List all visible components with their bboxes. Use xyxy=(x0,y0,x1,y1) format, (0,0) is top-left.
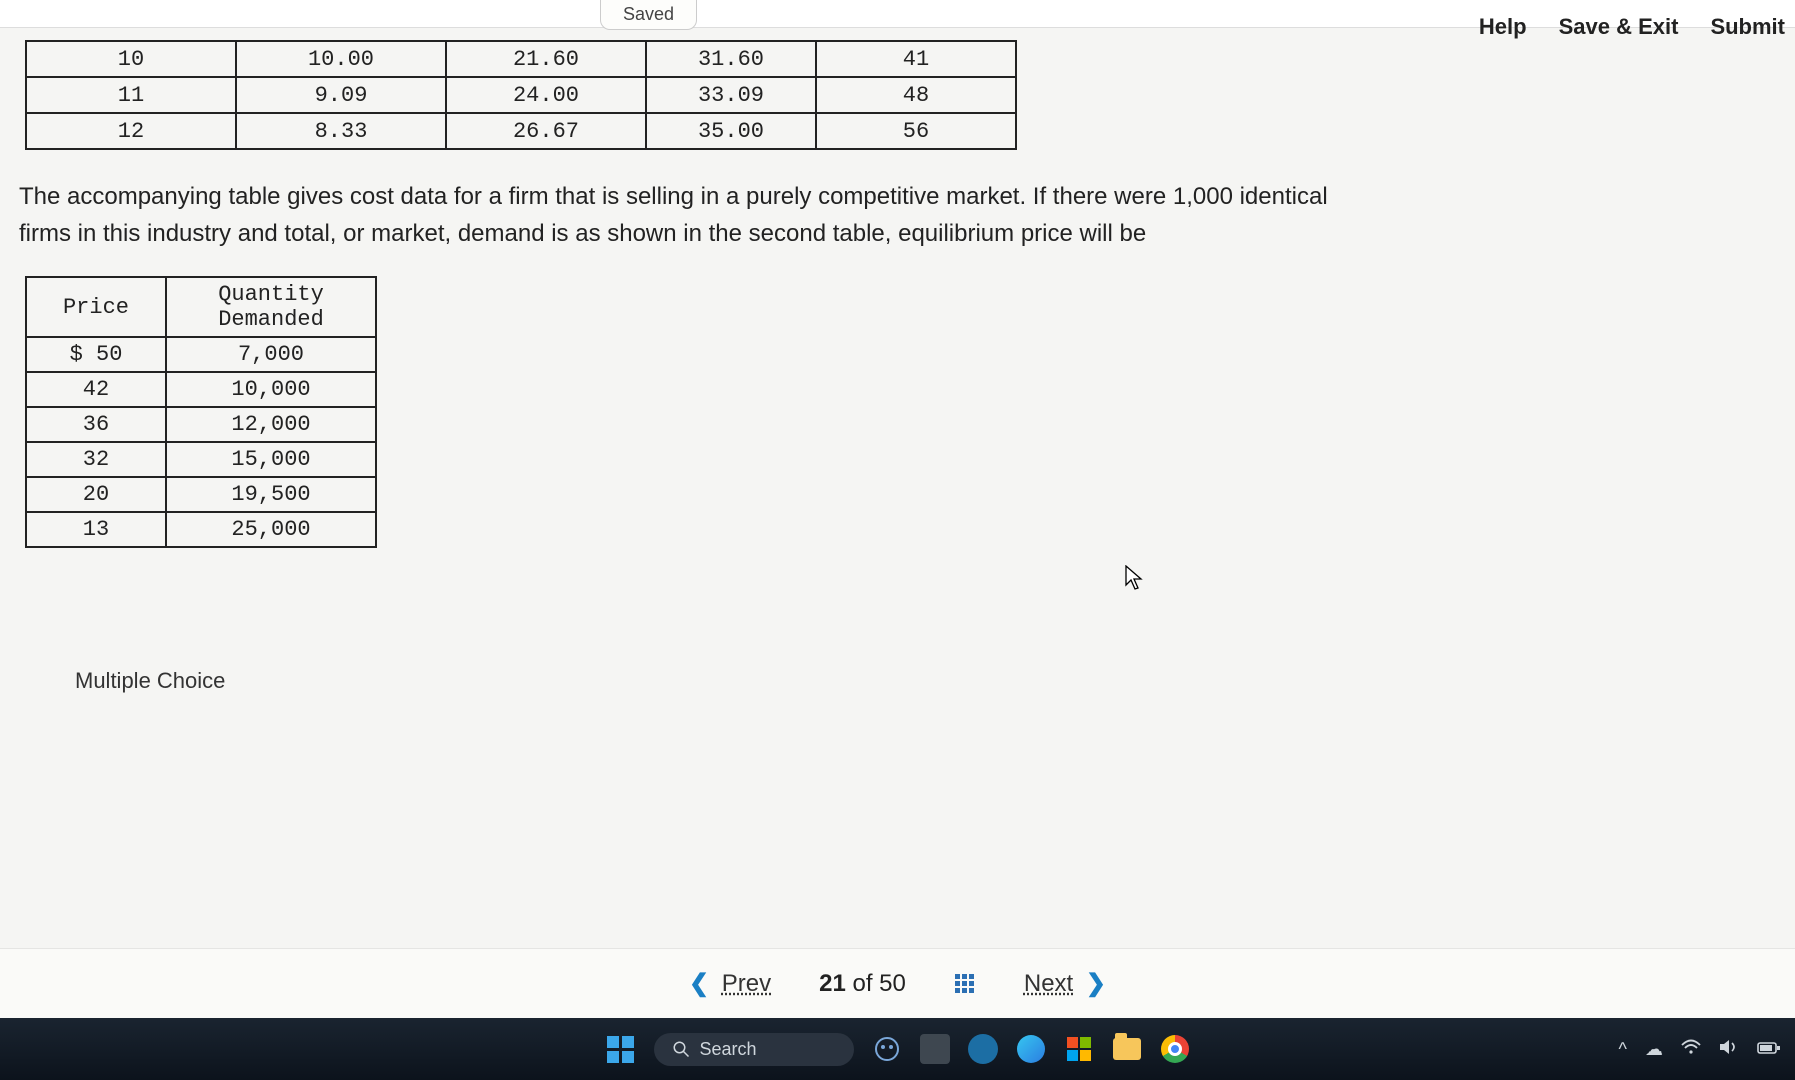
submit-link[interactable]: Submit xyxy=(1710,14,1785,40)
cell: 10,000 xyxy=(166,372,376,407)
cell: 12 xyxy=(26,113,236,149)
search-icon xyxy=(672,1040,690,1058)
table-row: $ 507,000 xyxy=(26,337,376,372)
cell: 20 xyxy=(26,477,166,512)
cell: 56 xyxy=(816,113,1016,149)
question-counter: 21 of 50 xyxy=(819,970,906,998)
tray-chevron-up-icon[interactable]: ^ xyxy=(1619,1039,1627,1060)
cost-data-table: 10 10.00 21.60 31.60 41 11 9.09 24.00 33… xyxy=(25,40,1017,150)
overview-grid-button[interactable] xyxy=(954,973,976,995)
table-row: 2019,500 xyxy=(26,477,376,512)
chevron-right-icon: ❯ xyxy=(1080,970,1112,997)
header-price: Price xyxy=(26,277,166,337)
cell: 10.00 xyxy=(236,41,446,77)
question-nav-bar: ❮ Prev 21 of 50 Next ❯ xyxy=(0,948,1795,1018)
cell: 8.33 xyxy=(236,113,446,149)
file-explorer-icon[interactable] xyxy=(1112,1034,1142,1064)
cell: 19,500 xyxy=(166,477,376,512)
cell: 7,000 xyxy=(166,337,376,372)
chevron-left-icon: ❮ xyxy=(683,970,715,997)
edge-icon[interactable] xyxy=(1016,1034,1046,1064)
saved-indicator: Saved xyxy=(600,0,697,30)
battery-icon[interactable] xyxy=(1757,1039,1781,1060)
cell: 32 xyxy=(26,442,166,477)
search-placeholder: Search xyxy=(700,1039,757,1060)
save-exit-link[interactable]: Save & Exit xyxy=(1559,14,1679,40)
chrome-icon[interactable] xyxy=(1160,1034,1190,1064)
cell: 35.00 xyxy=(646,113,816,149)
table-row: 1325,000 xyxy=(26,512,376,547)
cell: 11 xyxy=(26,77,236,113)
cell: 33.09 xyxy=(646,77,816,113)
multiple-choice-label: Multiple Choice xyxy=(75,668,1780,694)
microsoft-store-icon[interactable] xyxy=(1064,1034,1094,1064)
table-row: 12 8.33 26.67 35.00 56 xyxy=(26,113,1016,149)
windows-taskbar[interactable]: Search ^ ☁ xyxy=(0,1018,1795,1080)
header-quantity: Quantity Demanded xyxy=(166,277,376,337)
cell: 15,000 xyxy=(166,442,376,477)
task-view-icon[interactable] xyxy=(920,1034,950,1064)
camera-app-icon[interactable] xyxy=(968,1034,998,1064)
table-row: 3612,000 xyxy=(26,407,376,442)
cell: 10 xyxy=(26,41,236,77)
table-row: 11 9.09 24.00 33.09 48 xyxy=(26,77,1016,113)
table-row: 10 10.00 21.60 31.60 41 xyxy=(26,41,1016,77)
taskbar-search[interactable]: Search xyxy=(654,1033,854,1066)
cell: 26.67 xyxy=(446,113,646,149)
cell: 13 xyxy=(26,512,166,547)
prev-button[interactable]: ❮ Prev xyxy=(683,969,771,998)
cell: 25,000 xyxy=(166,512,376,547)
start-button[interactable] xyxy=(606,1034,636,1064)
cell: 24.00 xyxy=(446,77,646,113)
cell: 36 xyxy=(26,407,166,442)
cell: 12,000 xyxy=(166,407,376,442)
cell: 9.09 xyxy=(236,77,446,113)
cell: 21.60 xyxy=(446,41,646,77)
question-text: The accompanying table gives cost data f… xyxy=(19,178,1379,252)
table-row: 4210,000 xyxy=(26,372,376,407)
demand-table: Price Quantity Demanded $ 507,000 4210,0… xyxy=(25,276,377,548)
help-link[interactable]: Help xyxy=(1479,14,1527,40)
cell: 48 xyxy=(816,77,1016,113)
cell: 42 xyxy=(26,372,166,407)
next-button[interactable]: Next ❯ xyxy=(1024,969,1112,998)
cloud-icon[interactable]: ☁ xyxy=(1645,1039,1663,1060)
copilot-icon[interactable] xyxy=(872,1034,902,1064)
cell: $ 50 xyxy=(26,337,166,372)
wifi-icon[interactable] xyxy=(1681,1039,1701,1060)
table-row: 3215,000 xyxy=(26,442,376,477)
cell: 41 xyxy=(816,41,1016,77)
volume-icon[interactable] xyxy=(1719,1039,1739,1060)
cell: 31.60 xyxy=(646,41,816,77)
